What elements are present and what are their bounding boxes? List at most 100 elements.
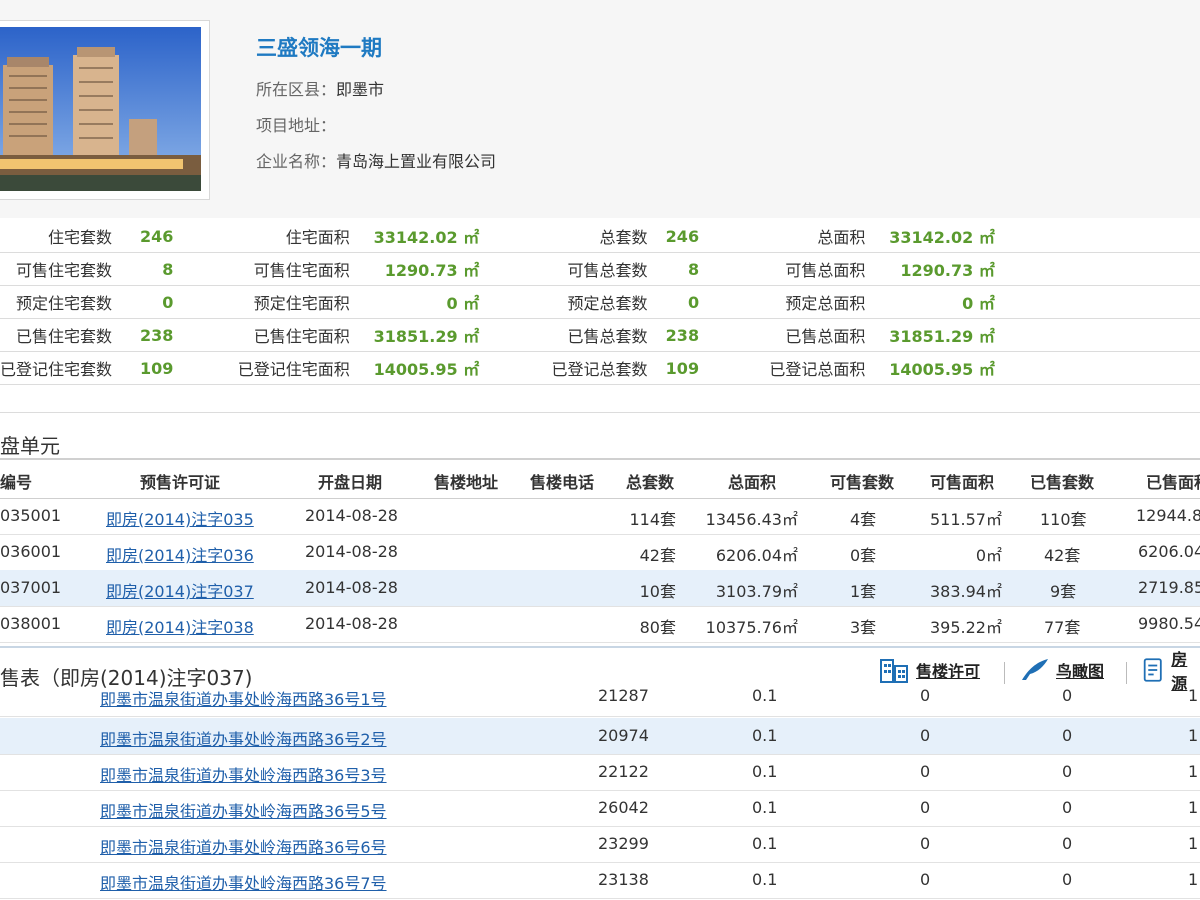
col-header-phone: 售楼电话: [530, 473, 595, 492]
stats-value: 238: [647, 318, 700, 352]
sales-row[interactable]: 035001 即房(2014)注字035 2014-08-28 114套 134…: [0, 498, 1200, 535]
building-ratio: 0.1: [752, 762, 778, 781]
total-area: 6206.04㎡: [715, 546, 798, 565]
stats-value: 14005.95 ㎡: [865, 351, 995, 385]
building-row[interactable]: 即墨市温泉街道办事处岭海西路36号2号 20974 0.1 0 0 1: [0, 718, 1200, 755]
building-code: 21287: [598, 686, 649, 705]
building-count-a: 0: [920, 762, 931, 781]
building-row[interactable]: 即墨市温泉街道办事处岭海西路36号5号 26042 0.1 0 0 1: [0, 790, 1200, 827]
address-label: 项目地址：: [256, 116, 337, 135]
stats-row: 已售住宅套数 238 已售住宅面积 31851.29 ㎡已售总套数 238 已售总面积 31…: [0, 318, 1200, 352]
available-area: 0㎡: [975, 546, 1002, 565]
building-row[interactable]: 即墨市温泉街道办事处岭海西路36号1号 21287 0.1 0 0 1: [0, 682, 1200, 717]
stats-label: 可售总面积: [699, 252, 866, 286]
stats-label: 预定总面积: [699, 285, 866, 319]
company-info: 企业名称：青岛海上置业有限公司: [256, 148, 496, 172]
stats-label: 可售住宅面积: [173, 252, 350, 286]
sales-table-header: 编号 预售许可证 开盘日期 售楼地址 售楼电话 总套数 总面积 可售套数 可售面…: [0, 458, 1200, 499]
permit-link[interactable]: 即房(2014)注字036: [106, 546, 254, 565]
stats-label: 可售总套数: [479, 252, 648, 286]
building-icon: [880, 659, 908, 683]
unit-id: 038001: [0, 614, 62, 633]
permit-tool[interactable]: 售楼许可: [878, 656, 980, 684]
stats-row: 已登记住宅套数 109 已登记住宅面积 14005.95 ㎡已登记总套数 109 已登记总…: [0, 351, 1200, 385]
building-row[interactable]: 即墨市温泉街道办事处岭海西路36号7号 23138 0.1 0 0 1: [0, 862, 1200, 899]
building-count-c: 1: [1188, 870, 1199, 889]
total-units: 80套: [639, 618, 676, 637]
building-count-b: 0: [1062, 762, 1073, 781]
stats-label: 预定住宅面积: [173, 285, 350, 319]
sales-row[interactable]: 036001 即房(2014)注字036 2014-08-28 42套 6206…: [0, 534, 1200, 571]
stats-value: 109: [647, 351, 700, 385]
building-address-link[interactable]: 即墨市温泉街道办事处岭海西路36号5号: [100, 802, 387, 821]
total-units: 114套: [629, 510, 676, 529]
total-area: 10375.76㎡: [705, 618, 798, 637]
bird-icon: [1022, 659, 1048, 680]
stats-spacer: [994, 285, 1200, 319]
col-header-date: 开盘日期: [318, 473, 383, 492]
stats-value: 246: [112, 220, 174, 253]
building-code: 22122: [598, 762, 649, 781]
stats-label: 已登记总面积: [699, 351, 866, 385]
building-ratio: 0.1: [752, 726, 778, 745]
permit-tool-label: 售楼许可: [916, 662, 981, 681]
col-header-total: 总套数: [626, 473, 675, 492]
sales-row[interactable]: 037001 即房(2014)注字037 2014-08-28 10套 3103…: [0, 570, 1200, 607]
aerial-tool[interactable]: 鸟瞰图: [1020, 656, 1104, 684]
building-address-link[interactable]: 即墨市温泉街道办事处岭海西路36号1号: [100, 690, 387, 709]
building-row[interactable]: 即墨市温泉街道办事处岭海西路36号3号 22122 0.1 0 0 1: [0, 754, 1200, 791]
col-header-sold-area: 已售面积: [1146, 473, 1200, 492]
document-icon: [1143, 658, 1162, 682]
stats-value: 109: [112, 351, 174, 385]
stats-label: 预定住宅套数: [0, 285, 113, 319]
stats-divider: [0, 412, 1200, 413]
stats-label: 已登记总套数: [479, 351, 648, 385]
sales-row[interactable]: 038001 即房(2014)注字038 2014-08-28 80套 1037…: [0, 606, 1200, 643]
permit-link[interactable]: 即房(2014)注字035: [106, 510, 254, 529]
stats-value: 31851.29 ㎡: [349, 318, 480, 352]
building-count-b: 0: [1062, 686, 1073, 705]
stats-row: 住宅套数 246 住宅面积 33142.02 ㎡总套数 246 总面积 33142.02 ㎡: [0, 220, 1200, 253]
total-area: 3103.79㎡: [715, 582, 798, 601]
project-title[interactable]: 三盛领海一期: [256, 32, 382, 62]
stats-label: 总套数: [479, 220, 648, 253]
building-count-c: 1: [1188, 834, 1199, 853]
building-count-a: 0: [920, 798, 931, 817]
building-address-link[interactable]: 即墨市温泉街道办事处岭海西路36号6号: [100, 838, 387, 857]
building-count-c: 1: [1188, 762, 1199, 781]
building-code: 26042: [598, 798, 649, 817]
stats-label: 已售总面积: [699, 318, 866, 352]
project-header: 三盛领海一期 所在区县：即墨市 项目地址： 企业名称：青岛海上置业有限公司: [0, 0, 1200, 218]
permit-link[interactable]: 即房(2014)注字037: [106, 582, 254, 601]
stats-value: 1290.73 ㎡: [865, 252, 995, 286]
project-photo[interactable]: [0, 27, 201, 191]
aerial-tool-label: 鸟瞰图: [1056, 662, 1105, 681]
building-ratio: 0.1: [752, 686, 778, 705]
stats-label: 住宅面积: [173, 220, 350, 253]
unit-id: 037001: [0, 578, 62, 597]
building-address-link[interactable]: 即墨市温泉街道办事处岭海西路36号3号: [100, 766, 387, 785]
col-header-address: 售楼地址: [434, 473, 499, 492]
building-count-b: 0: [1062, 726, 1073, 745]
available-units: 4套: [850, 510, 877, 529]
stats-spacer: [994, 351, 1200, 385]
building-code: 23299: [598, 834, 649, 853]
unit-id: 035001: [0, 506, 62, 525]
sold-units: 110套: [1040, 510, 1087, 529]
house-tool[interactable]: 房源: [1142, 650, 1200, 693]
project-photo-frame: [0, 20, 210, 200]
stats-label: 住宅套数: [0, 220, 113, 253]
building-row[interactable]: 即墨市温泉街道办事处岭海西路36号6号 23299 0.1 0 0 1: [0, 826, 1200, 863]
building-ratio: 0.1: [752, 870, 778, 889]
open-date: 2014-08-28: [305, 578, 398, 597]
building-address-link[interactable]: 即墨市温泉街道办事处岭海西路36号7号: [100, 874, 387, 893]
stats-row: 预定住宅套数 0 预定住宅面积 0 ㎡预定总套数 0 预定总面积 0 ㎡: [0, 285, 1200, 319]
stats-row: 可售住宅套数 8 可售住宅面积 1290.73 ㎡可售总套数 8 可售总面积 1290.73…: [0, 252, 1200, 286]
col-header-permit: 预售许可证: [140, 473, 221, 492]
available-area: 395.22㎡: [930, 618, 1002, 637]
building-count-b: 0: [1062, 798, 1073, 817]
permit-link[interactable]: 即房(2014)注字038: [106, 618, 254, 637]
building-address-link[interactable]: 即墨市温泉街道办事处岭海西路36号2号: [100, 730, 387, 749]
address-info: 项目地址：: [256, 112, 336, 136]
col-header-id: 编号: [0, 473, 33, 492]
